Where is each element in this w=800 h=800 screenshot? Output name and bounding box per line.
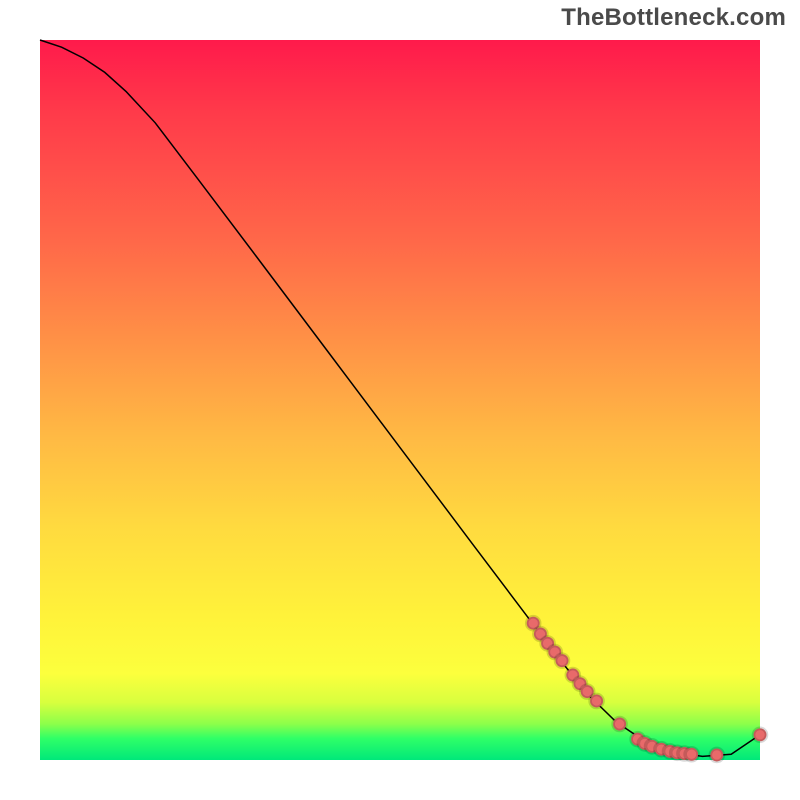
chart-container: TheBottleneck.com [0,0,800,800]
scatter-point [613,718,626,731]
plot-area [40,40,760,760]
scatter-point [590,694,603,707]
scatter-point [754,728,767,741]
scatter-point [685,748,698,761]
scatter-points [527,617,767,762]
data-curve [40,40,760,756]
scatter-point [556,654,569,667]
scatter-point [710,748,723,761]
chart-svg [40,40,760,760]
watermark-text: TheBottleneck.com [561,4,786,32]
